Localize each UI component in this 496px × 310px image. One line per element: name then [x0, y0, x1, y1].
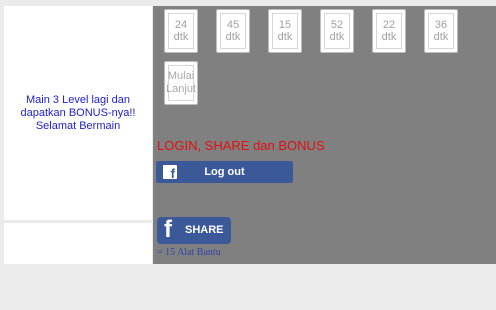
level-panel: 24 dtk 45 dtk 15 dtk 52 dtk 22 dtk 36 dt… [153, 6, 496, 264]
message-line-1: Main 3 Level lagi dan [26, 93, 130, 106]
resume-label-2: Lanjut [166, 83, 196, 95]
resume-label-1: Mulai [167, 70, 195, 82]
resume-tile[interactable]: Mulai Lanjut [164, 61, 198, 105]
facebook-share-button[interactable]: f SHARE [157, 217, 231, 244]
alat-bantu-text: = 15 Alat Bantu [157, 247, 221, 258]
message-line-3: Selamat Bermain [35, 119, 121, 132]
level-tile-3[interactable]: 15 dtk [268, 9, 302, 53]
facebook-icon: f [164, 216, 172, 243]
level-time: 36 [434, 19, 448, 31]
level-tile-4[interactable]: 52 dtk [320, 9, 354, 53]
level-time-unit: dtk [433, 31, 449, 43]
level-tile-5[interactable]: 22 dtk [372, 9, 406, 53]
level-time: 45 [226, 19, 240, 31]
level-time-unit: dtk [329, 31, 345, 43]
bonus-title: LOGIN, SHARE dan BONUS [157, 138, 325, 153]
message-panel: Main 3 Level lagi dan dapatkan BONUS-nya… [4, 6, 152, 220]
level-time: 24 [174, 19, 188, 31]
level-time: 15 [278, 19, 292, 31]
share-label: SHARE [185, 224, 224, 236]
bonus-message: Main 3 Level lagi dan dapatkan BONUS-nya… [8, 94, 148, 133]
message-line-2: dapatkan BONUS-nya!! [20, 106, 136, 119]
level-time: 52 [330, 19, 344, 31]
level-time: 22 [382, 19, 396, 31]
message-panel-bottom [4, 223, 152, 264]
level-tile-2[interactable]: 45 dtk [216, 9, 250, 53]
level-time-unit: dtk [225, 31, 241, 43]
level-tile-6[interactable]: 36 dtk [424, 9, 458, 53]
level-time-unit: dtk [173, 31, 189, 43]
level-tile-1[interactable]: 24 dtk [164, 9, 198, 53]
facebook-logout-button[interactable]: f Log out [156, 161, 293, 183]
logout-label: Log out [204, 166, 245, 178]
level-time-unit: dtk [381, 31, 397, 43]
level-time-unit: dtk [277, 31, 293, 43]
